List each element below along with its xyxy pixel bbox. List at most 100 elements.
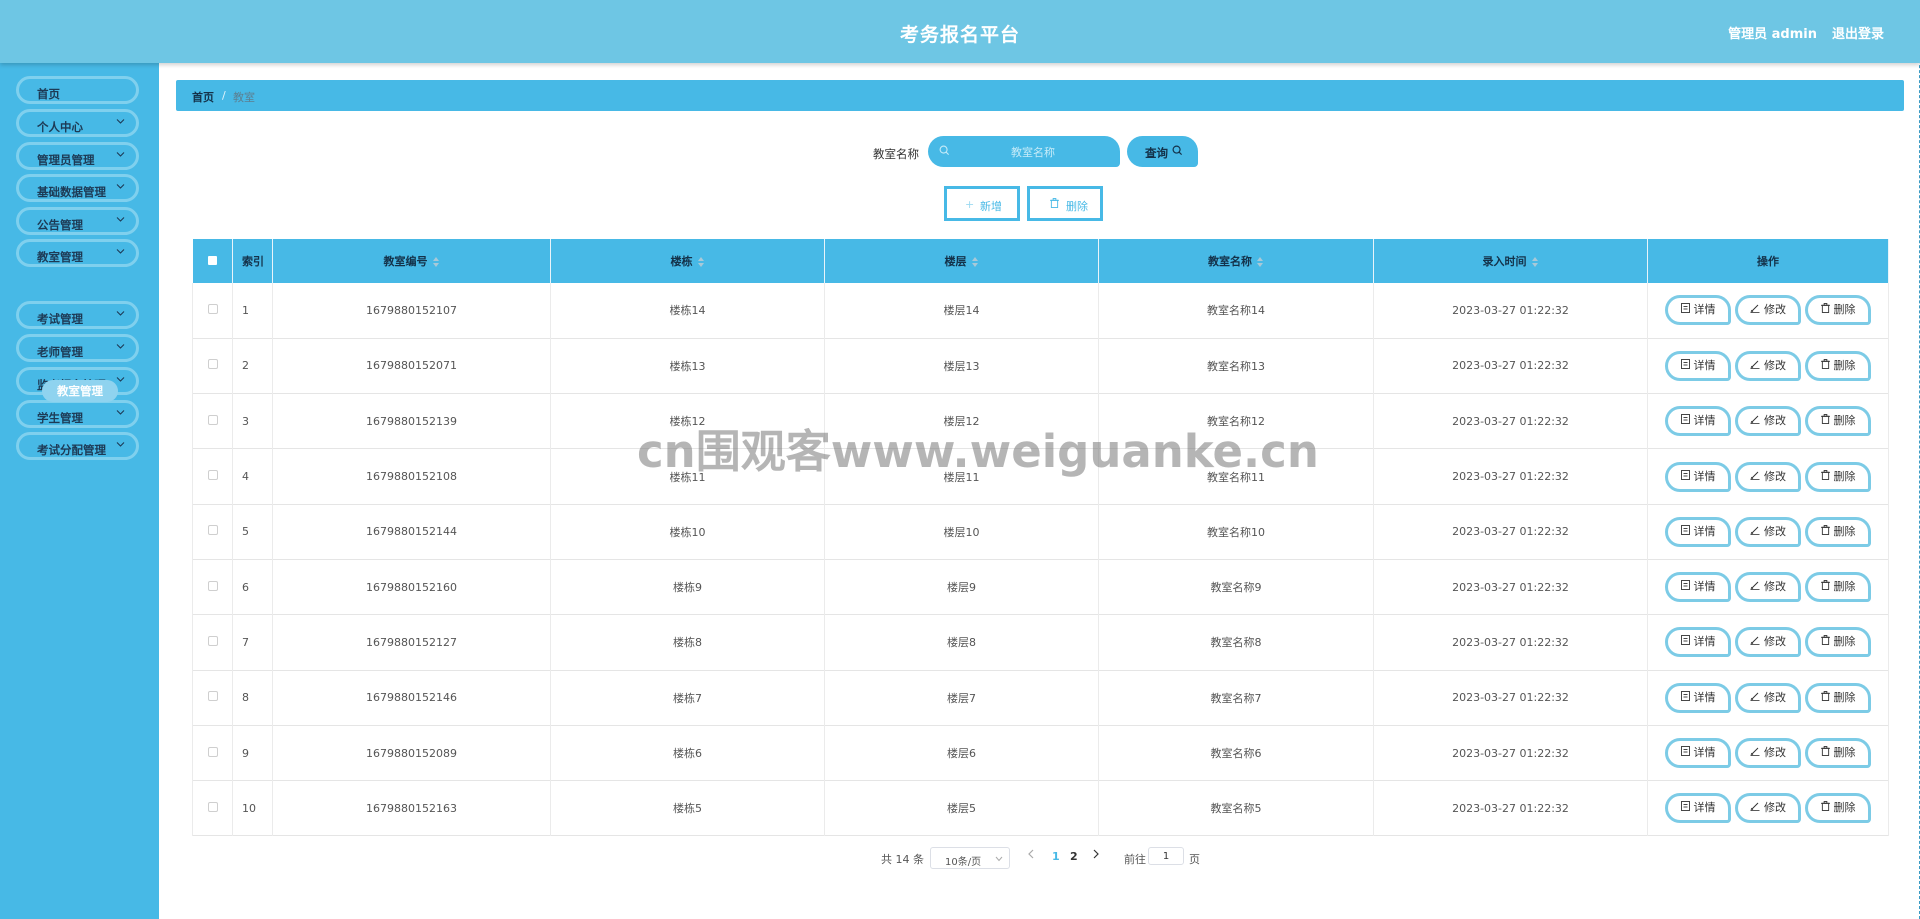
edit-button[interactable]: 修改 [1735,406,1801,437]
sort-icon[interactable] [697,257,705,267]
cell-name: 教室名称12 [1098,393,1374,449]
chevron-down-icon [116,409,126,419]
row-checkbox[interactable] [207,470,218,481]
row-checkbox[interactable] [207,414,218,425]
detail-button[interactable]: 详情 [1665,350,1731,381]
delete-button[interactable]: 删除 [1805,738,1871,769]
submenu-item-classroom[interactable]: 教室管理 [42,380,118,402]
next-page-icon[interactable] [1092,848,1100,863]
batch-delete-button[interactable]: 删除 [1027,186,1103,221]
sidebar-item-3[interactable]: 基础数据管理 [16,174,139,202]
logout-link[interactable]: 退出登录 [1832,23,1884,42]
sidebar-item-5[interactable]: 教室管理 [16,239,139,267]
row-checkbox[interactable] [207,746,218,757]
detail-button[interactable]: 详情 [1665,295,1731,326]
sort-icon[interactable] [432,257,440,267]
pencil-icon [1750,354,1760,378]
delete-button[interactable]: 删除 [1805,793,1871,824]
plus-icon: + [965,198,975,211]
page-size-select[interactable]: 10条/页 [930,847,1010,869]
edit-button[interactable]: 修改 [1735,516,1801,547]
edit-button[interactable]: 修改 [1735,295,1801,326]
cell-index: 4 [232,448,273,505]
row-checkbox[interactable] [207,525,218,536]
search-input[interactable] [956,136,1110,169]
edit-button[interactable]: 修改 [1735,793,1801,824]
header-floor[interactable]: 楼层 [824,239,1099,283]
row-checkbox[interactable] [207,580,218,591]
edit-button-label: 修改 [1764,635,1786,649]
delete-button[interactable]: 删除 [1805,295,1871,326]
row-checkbox[interactable] [207,303,218,314]
cell-building: 楼栋9 [550,559,825,615]
cell-time: 2023-03-27 01:22:32 [1373,393,1648,449]
page-2[interactable]: 2 [1070,850,1078,863]
delete-button-label: 删除 [1833,690,1856,704]
delete-button[interactable]: 删除 [1805,516,1871,547]
pencil-icon [1750,520,1760,544]
header-number[interactable]: 教室编号 [272,239,551,283]
select-all-checkbox[interactable] [207,255,217,265]
row-checkbox[interactable] [207,635,218,646]
trash-icon [1820,520,1830,544]
row-checkbox[interactable] [207,691,218,702]
header-name[interactable]: 教室名称 [1098,239,1374,283]
page-1[interactable]: 1 [1052,850,1060,863]
edit-button[interactable]: 修改 [1735,627,1801,658]
edit-button[interactable]: 修改 [1735,682,1801,713]
add-button[interactable]: + 新增 [944,186,1020,221]
delete-button[interactable]: 删除 [1805,461,1871,492]
sort-icon[interactable] [1531,257,1539,267]
sidebar-item-6[interactable]: 考试管理 [16,301,139,329]
row-checkbox[interactable] [207,359,218,370]
delete-button[interactable]: 删除 [1805,572,1871,603]
search-field[interactable] [928,136,1120,169]
cell-number: 1679880152107 [272,283,551,339]
delete-button[interactable]: 删除 [1805,406,1871,437]
cell-actions: 详情 修改 删除 [1647,614,1889,671]
sort-icon[interactable] [1257,257,1264,267]
edit-button[interactable]: 修改 [1735,738,1801,769]
header-time[interactable]: 录入时间 [1373,239,1648,283]
prev-page-icon[interactable] [1027,848,1035,863]
edit-button-label: 修改 [1764,303,1786,317]
detail-button[interactable]: 详情 [1665,461,1731,492]
header-building[interactable]: 楼栋 [550,239,825,283]
sidebar-item-9[interactable]: 学生管理 [16,400,139,428]
trash-icon [1820,575,1830,599]
detail-button-label: 详情 [1693,303,1716,317]
edit-button[interactable]: 修改 [1735,350,1801,381]
sidebar-item-0[interactable]: 首页 [16,76,139,104]
sidebar-item-4[interactable]: 公告管理 [16,207,139,235]
sidebar-item-2[interactable]: 管理员管理 [16,142,139,170]
delete-button[interactable]: 删除 [1805,350,1871,381]
sort-icon[interactable] [971,257,979,267]
detail-button[interactable]: 详情 [1665,682,1731,713]
row-select-cell [192,670,233,726]
chevron-down-icon [116,343,126,353]
sidebar-item-1[interactable]: 个人中心 [16,109,139,137]
cell-name: 教室名称10 [1098,504,1374,560]
edit-button[interactable]: 修改 [1735,461,1801,492]
sidebar-item-10[interactable]: 考试分配管理 [16,432,139,460]
cell-time: 2023-03-27 01:22:32 [1373,559,1648,615]
detail-button[interactable]: 详情 [1665,738,1731,769]
goto-page-input[interactable] [1148,847,1184,865]
query-button[interactable]: 查询 [1127,136,1198,167]
cell-number: 1679880152127 [272,614,551,671]
delete-button[interactable]: 删除 [1805,682,1871,713]
detail-button[interactable]: 详情 [1665,406,1731,437]
detail-button[interactable]: 详情 [1665,627,1731,658]
cell-time: 2023-03-27 01:22:32 [1373,670,1648,726]
detail-button[interactable]: 详情 [1665,516,1731,547]
sidebar-item-7[interactable]: 老师管理 [16,334,139,362]
page-size-value: 10条/页 [945,857,982,868]
edit-button[interactable]: 修改 [1735,572,1801,603]
detail-button[interactable]: 详情 [1665,572,1731,603]
row-checkbox[interactable] [207,801,218,812]
delete-button[interactable]: 删除 [1805,627,1871,658]
detail-button[interactable]: 详情 [1665,793,1731,824]
cell-number: 1679880152108 [272,448,551,505]
breadcrumb-home[interactable]: 首页 [192,89,214,105]
sidebar-item-label: 考试管理 [37,312,83,326]
